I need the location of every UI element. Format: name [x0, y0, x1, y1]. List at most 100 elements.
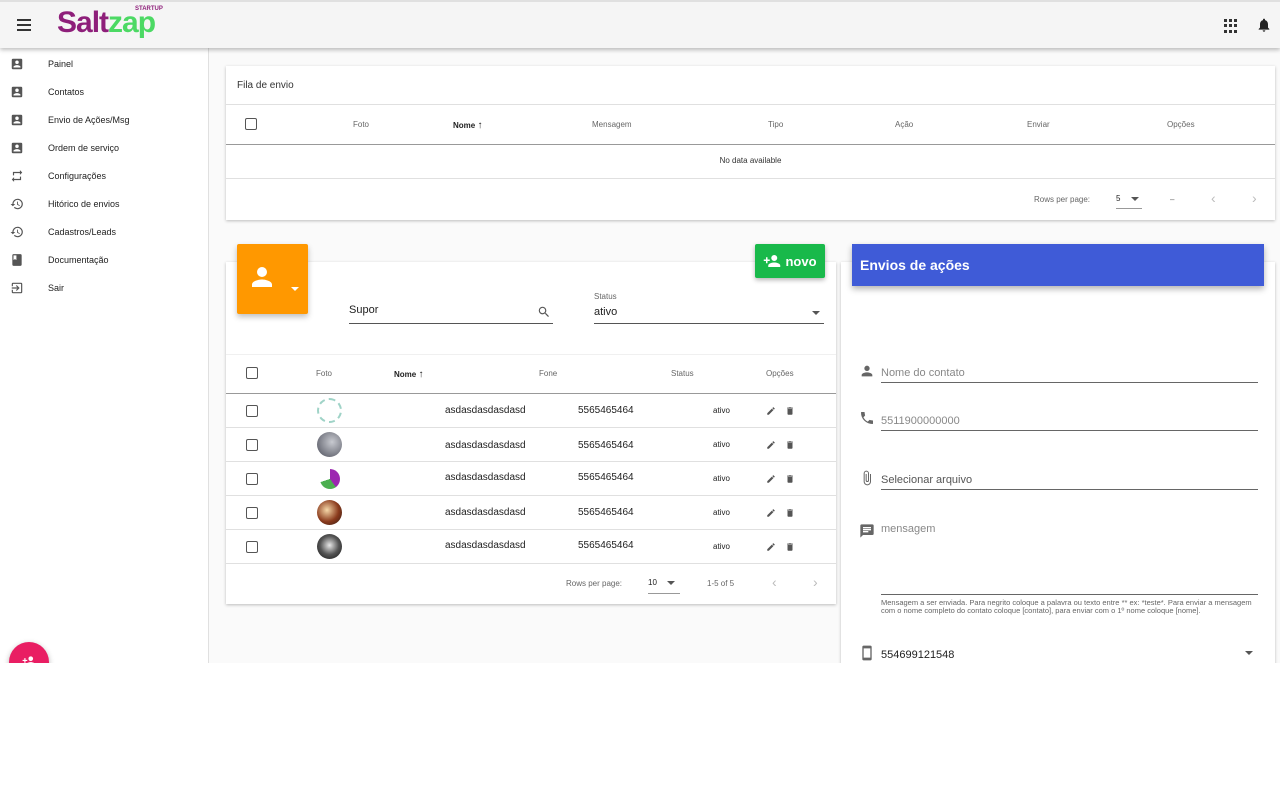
select-all-checkbox[interactable]: [245, 118, 257, 130]
edit-icon[interactable]: [766, 440, 776, 450]
delete-icon[interactable]: [785, 406, 795, 416]
edit-icon[interactable]: [766, 474, 776, 484]
apps-grid-icon[interactable]: [1224, 19, 1238, 33]
swap-icon: [11, 170, 23, 182]
phone-field[interactable]: [881, 411, 1258, 431]
col-foto[interactable]: Foto: [353, 120, 369, 129]
search-field[interactable]: [349, 300, 553, 324]
col-status[interactable]: Status: [671, 369, 694, 378]
account-box-icon: [11, 58, 23, 70]
delete-icon[interactable]: [785, 440, 795, 450]
contact-status: ativo: [713, 542, 730, 551]
next-page-icon[interactable]: ›: [813, 574, 818, 590]
rows-per-page-select[interactable]: 5: [1116, 194, 1142, 209]
row-checkbox[interactable]: [246, 439, 258, 451]
edit-icon[interactable]: [766, 508, 776, 518]
contact-phone: 5565465464: [578, 507, 634, 518]
message-icon: [860, 524, 874, 538]
status-select[interactable]: Status ativo: [594, 292, 824, 324]
row-checkbox[interactable]: [246, 507, 258, 519]
divider: [226, 144, 1275, 145]
paperclip-icon[interactable]: [859, 470, 875, 486]
person-icon: [252, 267, 272, 287]
row-checkbox[interactable]: [246, 541, 258, 553]
contact-name: asdasdasdasdasd: [445, 507, 526, 518]
actions-title: Envios de ações: [860, 257, 970, 273]
table-row[interactable]: asdasdasdasdasd 5565465464 ativo: [226, 530, 836, 564]
search-icon[interactable]: [537, 305, 551, 319]
sidebar-item-cadastros[interactable]: Cadastros/Leads: [0, 218, 208, 246]
bell-icon[interactable]: [1256, 16, 1272, 34]
message-field[interactable]: [881, 523, 1258, 595]
contact-phone: 5565465464: [578, 472, 634, 483]
col-tipo[interactable]: Tipo: [768, 120, 783, 129]
logo-badge: STARTUP: [135, 6, 163, 12]
sidebar-item-historico[interactable]: Hitórico de envios: [0, 190, 208, 218]
prev-page-icon[interactable]: ‹: [1211, 190, 1216, 206]
file-select-field[interactable]: Selecionar arquivo: [881, 470, 1258, 490]
chevron-down-icon: [667, 581, 676, 585]
sidebar-item-ordem[interactable]: Ordem de serviço: [0, 134, 208, 162]
new-contact-label: novo: [785, 253, 817, 269]
edit-icon[interactable]: [766, 406, 776, 416]
contacts-menu-tile[interactable]: [237, 244, 308, 314]
col-opcoes[interactable]: Opções: [766, 369, 794, 378]
sidebar-item-label: Ordem de serviço: [48, 143, 120, 153]
search-input[interactable]: [349, 304, 529, 316]
delete-icon[interactable]: [785, 474, 795, 484]
col-nome[interactable]: Nome ↑: [394, 369, 423, 380]
sidebar: Painel Contatos Envio de Ações/Msg Ordem…: [0, 48, 209, 663]
sender-number-select[interactable]: 554699121548: [881, 645, 1258, 663]
sidebar-item-sair[interactable]: Sair: [0, 274, 208, 302]
col-opcoes[interactable]: Opções: [1167, 120, 1195, 129]
person-add-icon: [22, 656, 35, 663]
select-all-checkbox[interactable]: [246, 367, 258, 379]
col-acao[interactable]: Ação: [895, 120, 913, 129]
delete-icon[interactable]: [785, 542, 795, 552]
contact-name: asdasdasdasdasd: [445, 440, 526, 451]
sidebar-item-envio[interactable]: Envio de Ações/Msg: [0, 106, 208, 134]
phone-input[interactable]: [881, 415, 1258, 427]
col-mensagem[interactable]: Mensagem: [592, 120, 632, 129]
account-box-icon: [11, 114, 23, 126]
delete-icon[interactable]: [785, 508, 795, 518]
app-logo: Saltzap STARTUP: [57, 6, 163, 46]
contact-name-input[interactable]: [881, 367, 1258, 379]
sidebar-item-contatos[interactable]: Contatos: [0, 78, 208, 106]
actions-header: Envios de ações: [852, 244, 1264, 286]
avatar: [317, 432, 342, 457]
person-add-icon: [764, 255, 781, 267]
col-fone[interactable]: Fone: [539, 369, 557, 378]
sidebar-item-documentacao[interactable]: Documentação: [0, 246, 208, 274]
col-nome[interactable]: Nome ↑: [453, 120, 482, 131]
prev-page-icon[interactable]: ‹: [772, 574, 777, 590]
table-row[interactable]: asdasdasdasdasd 5565465464 ativo: [226, 428, 836, 462]
logo-salt: Salt: [57, 6, 109, 39]
phone-icon: [861, 412, 873, 424]
contact-name: asdasdasdasdasd: [445, 540, 526, 551]
new-contact-button[interactable]: novo: [755, 244, 825, 278]
rows-per-page-select[interactable]: 10: [648, 578, 680, 594]
row-checkbox[interactable]: [246, 405, 258, 417]
sidebar-item-painel[interactable]: Painel: [0, 50, 208, 78]
next-page-icon[interactable]: ›: [1252, 190, 1257, 206]
col-nome-label: Nome: [394, 370, 417, 379]
table-row[interactable]: asdasdasdasdasd 5565465464 ativo: [226, 394, 836, 428]
message-textarea[interactable]: [881, 523, 1258, 591]
top-actions: [1224, 16, 1272, 34]
hamburger-menu-icon[interactable]: [14, 16, 34, 36]
chevron-down-icon: [291, 287, 299, 291]
contact-name-field[interactable]: [881, 363, 1258, 383]
col-foto[interactable]: Foto: [316, 369, 332, 378]
person-icon: [861, 365, 873, 377]
page-range: –: [1170, 195, 1175, 204]
table-row[interactable]: asdasdasdasdasd 5565465464 ativo: [226, 462, 836, 496]
table-row[interactable]: asdasdasdasdasd 5565465464 ativo: [226, 496, 836, 530]
contact-status: ativo: [713, 406, 730, 415]
contact-status: ativo: [713, 440, 730, 449]
col-enviar[interactable]: Enviar: [1027, 120, 1050, 129]
avatar: [317, 534, 342, 559]
sidebar-item-configuracoes[interactable]: Configurações: [0, 162, 208, 190]
edit-icon[interactable]: [766, 542, 776, 552]
row-checkbox[interactable]: [246, 473, 258, 485]
